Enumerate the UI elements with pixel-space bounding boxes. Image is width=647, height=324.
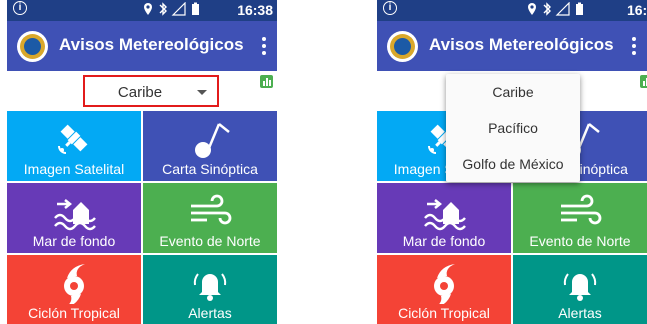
tile-imagen-satelital[interactable]: Imagen Satelital bbox=[7, 111, 141, 181]
dropdown-caret-icon bbox=[197, 90, 207, 95]
chart-icon[interactable] bbox=[640, 75, 647, 88]
status-bar: i 16:4 bbox=[377, 0, 647, 21]
status-icons-svg bbox=[528, 1, 583, 16]
tile-ciclon-tropical[interactable]: Ciclón Tropical bbox=[377, 255, 511, 324]
clock: 16:4 bbox=[626, 2, 647, 18]
tile-label: Mar de fondo bbox=[402, 233, 486, 249]
region-spinner[interactable]: Caribe bbox=[83, 75, 219, 107]
phone-screen-right: i 16:4 Avisos Metereológicos Caribe bbox=[377, 0, 647, 324]
info-icon: i bbox=[13, 1, 27, 15]
region-dropdown-menu: Caribe Pacífico Golfo de México bbox=[446, 74, 580, 182]
tile-mar-de-fondo[interactable]: Mar de fondo bbox=[377, 183, 511, 253]
wind-icon bbox=[191, 194, 232, 225]
info-icon: i bbox=[383, 1, 397, 15]
tile-label: Carta Sinóptica bbox=[162, 161, 258, 177]
region-select-row: Caribe bbox=[7, 71, 277, 111]
tile-evento-de-norte[interactable]: Evento de Norte bbox=[513, 183, 647, 253]
phone-screen-left: i 16:38 Avisos Metereológicos Caribe Ima… bbox=[7, 0, 277, 324]
tile-alertas[interactable]: Alertas bbox=[143, 255, 277, 324]
tile-mar-de-fondo[interactable]: Mar de fondo bbox=[7, 183, 141, 253]
bell-icon bbox=[563, 273, 597, 301]
status-bar: i 16:38 bbox=[7, 0, 277, 21]
status-icons bbox=[527, 1, 587, 19]
tile-label: Evento de Norte bbox=[529, 233, 631, 249]
status-icons-svg bbox=[144, 1, 199, 16]
satellite-icon bbox=[58, 124, 88, 154]
overflow-menu-icon[interactable] bbox=[627, 34, 641, 58]
status-icons bbox=[143, 1, 203, 19]
synoptic-flag-icon bbox=[195, 123, 230, 158]
app-bar: Avisos Metereológicos bbox=[7, 21, 277, 71]
app-bar: Avisos Metereológicos bbox=[377, 21, 647, 71]
tile-label: Ciclón Tropical bbox=[28, 305, 120, 321]
clock: 16:38 bbox=[237, 2, 273, 18]
dropdown-option-pacifico[interactable]: Pacífico bbox=[446, 110, 580, 146]
wind-icon bbox=[561, 194, 602, 225]
bell-icon bbox=[193, 273, 227, 301]
tile-label: Ciclón Tropical bbox=[398, 305, 490, 321]
tile-label: Imagen Satelital bbox=[23, 161, 125, 177]
tile-evento-de-norte[interactable]: Evento de Norte bbox=[143, 183, 277, 253]
overflow-menu-icon[interactable] bbox=[257, 34, 271, 58]
app-title: Avisos Metereológicos bbox=[59, 35, 244, 54]
tile-label: Evento de Norte bbox=[159, 233, 261, 249]
app-title: Avisos Metereológicos bbox=[429, 35, 614, 54]
app-logo bbox=[387, 31, 418, 62]
tile-alertas[interactable]: Alertas bbox=[513, 255, 647, 324]
tile-label: Alertas bbox=[558, 305, 602, 321]
tile-label: Mar de fondo bbox=[32, 233, 116, 249]
tile-carta-sinoptica[interactable]: Carta Sinóptica bbox=[143, 111, 277, 181]
cyclone-icon bbox=[434, 264, 455, 304]
swell-icon bbox=[54, 199, 96, 231]
tile-ciclon-tropical[interactable]: Ciclón Tropical bbox=[7, 255, 141, 324]
swell-icon bbox=[424, 199, 466, 231]
chart-icon[interactable] bbox=[260, 75, 273, 88]
region-selected-value: Caribe bbox=[117, 84, 163, 101]
dropdown-option-golfo-de-mexico[interactable]: Golfo de México bbox=[446, 146, 580, 182]
dropdown-option-caribe[interactable]: Caribe bbox=[446, 74, 580, 110]
tile-grid: Imagen Satelital Carta Sinóptica Mar de … bbox=[7, 111, 277, 324]
tile-label: Alertas bbox=[188, 305, 232, 321]
cyclone-icon bbox=[64, 264, 85, 304]
app-logo bbox=[17, 31, 48, 62]
